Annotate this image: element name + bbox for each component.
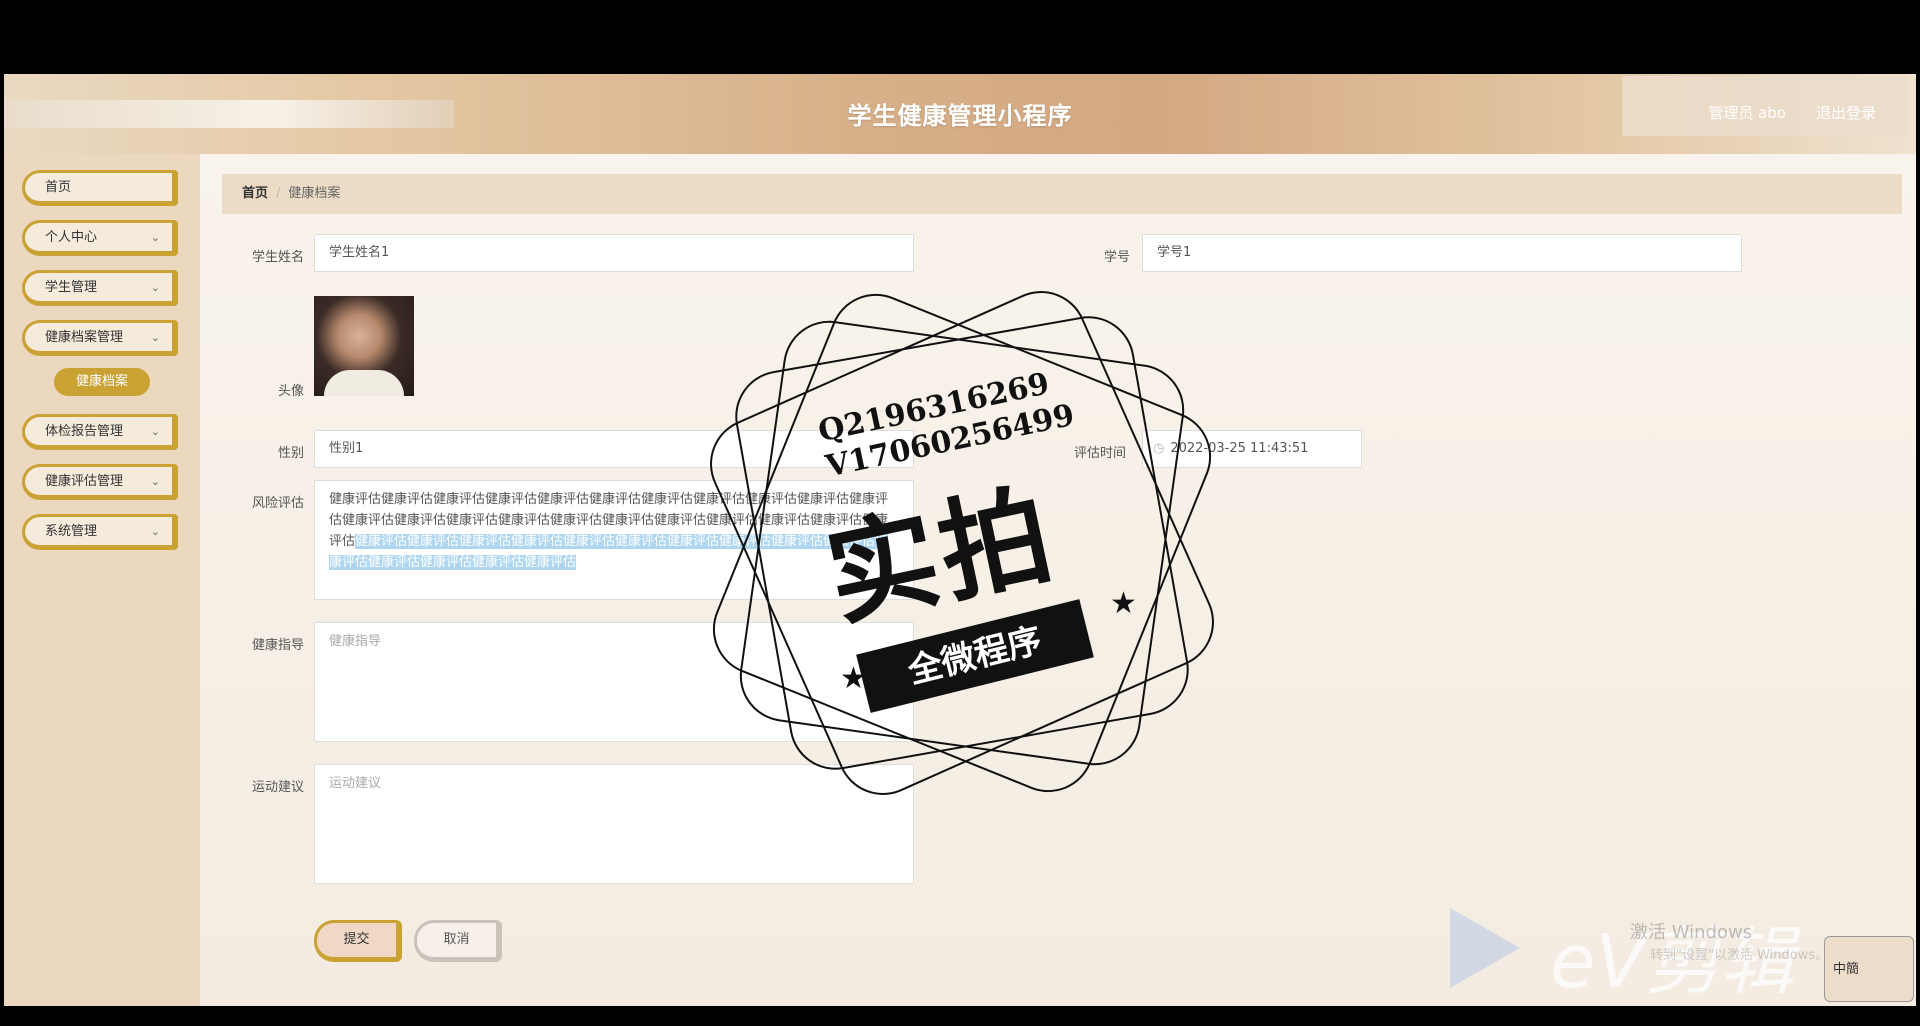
sidebar: 首页 个人中心 ⌄ 学生管理 ⌄ 健康档案管理 ⌄ 健康档案 体检报告管理 ⌄ … (4, 154, 200, 1006)
sidebar-item-students[interactable]: 学生管理 ⌄ (22, 270, 178, 306)
sidebar-item-label: 健康档案管理 (45, 330, 124, 345)
chevron-down-icon: ⌄ (150, 231, 160, 244)
breadcrumb-separator: / (276, 186, 281, 201)
main-content: 首页 / 健康档案 学生姓名 学生姓名1 学号 学号1 头像 性别 性别1 评估时间… (200, 154, 1916, 1006)
cancel-button[interactable]: 取消 (414, 920, 502, 962)
student-id-label: 学号 (1103, 250, 1130, 265)
sidebar-item-label: 体检报告管理 (45, 424, 124, 439)
sidebar-item-label: 首页 (45, 180, 72, 195)
sidebar-item-health-records[interactable]: 健康档案管理 ⌄ (22, 320, 178, 356)
sidebar-item-label: 个人中心 (45, 230, 98, 245)
guide-label: 健康指导 (251, 638, 304, 653)
submit-button[interactable]: 提交 (314, 920, 402, 962)
sidebar-item-health-eval[interactable]: 健康评估管理 ⌄ (22, 464, 178, 500)
risk-label: 风险评估 (251, 496, 304, 511)
risk-textarea[interactable]: 健康评估健康评估健康评估健康评估健康评估健康评估健康评估健康评估健康评估健康评估… (314, 480, 914, 600)
chevron-down-icon: ⌄ (150, 525, 160, 538)
app-window: 学生健康管理小程序 管理员 abo 退出登录 首页 个人中心 ⌄ 学生管理 ⌄ … (4, 74, 1916, 1006)
exercise-label: 运动建议 (251, 780, 304, 795)
breadcrumb-home[interactable]: 首页 (242, 186, 268, 201)
current-user: 管理员 abo (1708, 104, 1786, 122)
ime-indicator: 中簡 (1824, 936, 1914, 1002)
chevron-down-icon: ⌄ (150, 331, 160, 344)
risk-text-selected: 健康评估健康评估健康评估健康评估健康评估健康评估健康评估健康评估健康评估健康评估… (329, 534, 889, 570)
eval-time-input[interactable]: ◷ 2022-03-25 11:43:51 (1142, 430, 1362, 468)
student-id-input[interactable]: 学号1 (1142, 234, 1742, 272)
logout-link[interactable]: 退出登录 (1816, 102, 1876, 123)
chevron-down-icon: ⌄ (150, 425, 160, 438)
guide-textarea[interactable]: 健康指导 (314, 622, 914, 742)
eval-time-label: 评估时间 (1073, 446, 1126, 461)
sidebar-item-label: 学生管理 (45, 280, 98, 295)
clock-icon: ◷ (1153, 441, 1165, 456)
sidebar-item-label: 系统管理 (45, 524, 98, 539)
gender-label: 性别 (277, 446, 304, 461)
avatar-label: 头像 (277, 384, 304, 399)
student-name-label: 学生姓名 (251, 250, 304, 265)
top-header: 学生健康管理小程序 管理员 abo 退出登录 (4, 74, 1916, 154)
sidebar-subitem-health-record[interactable]: 健康档案 (54, 368, 150, 396)
chevron-down-icon: ⌄ (150, 475, 160, 488)
sidebar-item-system[interactable]: 系统管理 ⌄ (22, 514, 178, 550)
sidebar-item-personal[interactable]: 个人中心 ⌄ (22, 220, 178, 256)
sidebar-item-exam-reports[interactable]: 体检报告管理 ⌄ (22, 414, 178, 450)
avatar[interactable] (314, 296, 414, 396)
sidebar-item-home[interactable]: 首页 (22, 170, 178, 206)
gender-input[interactable]: 性别1 (314, 430, 914, 468)
breadcrumb-current: 健康档案 (288, 186, 341, 201)
exercise-textarea[interactable]: 运动建议 (314, 764, 914, 884)
chevron-down-icon: ⌄ (150, 281, 160, 294)
student-name-input[interactable]: 学生姓名1 (314, 234, 914, 272)
breadcrumb: 首页 / 健康档案 (222, 174, 1902, 214)
eval-time-value: 2022-03-25 11:43:51 (1170, 441, 1309, 456)
sidebar-item-label: 健康评估管理 (45, 474, 124, 489)
